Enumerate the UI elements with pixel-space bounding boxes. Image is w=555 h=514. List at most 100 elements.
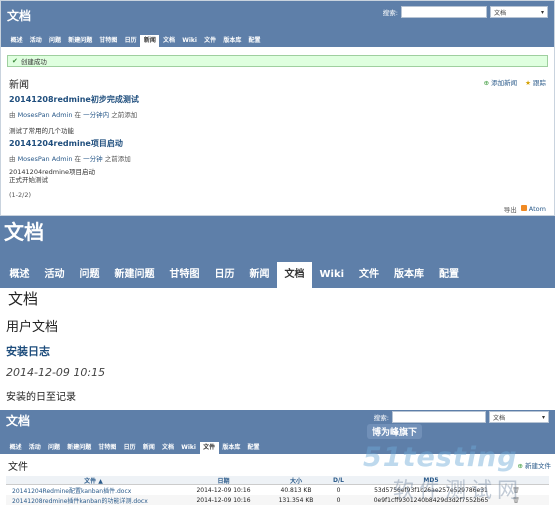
contextual-actions: ⊕ 添加新闻 ★ 跟踪 xyxy=(484,77,546,87)
tab-5[interactable]: 日历 xyxy=(120,442,139,454)
tab-4[interactable]: 甘特图 xyxy=(162,262,207,288)
plus-circle-icon: ⊕ xyxy=(517,462,523,470)
search-scope-select[interactable]: 文档 ▾ xyxy=(490,6,548,18)
files-screenshot: 文档 搜索: 文档 ▾ 概述 活动 问题 新建问题 甘特图 日历 新闻 文档 Wiki 文件 版本库配… xyxy=(0,410,555,514)
file-date: 2014-12-09 10:16 xyxy=(196,486,251,494)
chevron-down-icon: ▾ xyxy=(540,8,544,16)
tab-8[interactable]: Wiki xyxy=(178,442,200,454)
meta-suffix: 之前添加 xyxy=(111,111,138,119)
tab-6[interactable]: 新闻 xyxy=(139,442,158,454)
tab-9[interactable]: 文件 xyxy=(352,262,387,288)
flash-notice: ✔ 创建成功 xyxy=(7,55,548,67)
search-scope-value: 文档 xyxy=(494,9,507,17)
tab-9[interactable]: 文件 xyxy=(199,442,219,454)
col-size[interactable]: 大小 xyxy=(266,476,326,485)
author-link[interactable]: MosesPan Admin xyxy=(18,111,73,119)
page-title: 文档 xyxy=(8,290,39,308)
tab-10[interactable]: 版本库 xyxy=(387,262,432,288)
news-description: 测试了常用的几个功能 xyxy=(9,127,74,135)
tab-4[interactable]: 甘特图 xyxy=(96,35,121,47)
tab-7[interactable]: 文档 xyxy=(158,442,177,454)
news-item: 20141204redmine项目启动 由 MosesPan Admin 在 一… xyxy=(9,138,131,184)
tab-1[interactable]: 活动 xyxy=(37,262,72,288)
project-title: 文档 xyxy=(7,9,32,23)
tab-10[interactable]: 版本库 xyxy=(219,442,244,454)
atom-link[interactable]: Atom xyxy=(520,205,546,213)
news-title-link[interactable]: 20141208redmine初步完成测试 xyxy=(9,94,139,105)
news-title-link[interactable]: 20141204redmine项目启动 xyxy=(9,138,131,149)
flash-text: 创建成功 xyxy=(20,58,47,66)
header-bar: 文档 搜索: 文档 ▾ 概述 活动 问题 新建问题 甘特图 日历 新闻 文档 Wiki 文件 版本库配… xyxy=(0,410,555,454)
file-date: 2014-12-09 10:16 xyxy=(196,496,251,504)
new-file-label: 新建文件 xyxy=(525,462,551,470)
tab-11[interactable]: 配置 xyxy=(432,262,467,288)
tab-8[interactable]: Wiki xyxy=(179,35,201,47)
add-news-link[interactable]: ⊕ 添加新闻 xyxy=(484,77,518,87)
col-md5: MD5 xyxy=(423,476,439,484)
tab-0[interactable]: 概述 xyxy=(2,262,37,288)
tab-2[interactable]: 问题 xyxy=(72,262,107,288)
tab-0[interactable]: 概述 xyxy=(7,35,26,47)
atom-label: Atom xyxy=(528,205,546,213)
file-downloads: 0 xyxy=(336,496,341,504)
tab-10[interactable]: 版本库 xyxy=(220,35,245,47)
tab-11[interactable]: 配置 xyxy=(244,442,263,454)
meta-in: 在 xyxy=(74,155,82,163)
files-table: 文件 ▲ 日期 大小 D/L MD5 20141204Redmine配置kanb… xyxy=(6,476,549,505)
file-link[interactable]: 20141204Redmine配置kanban插件.docx xyxy=(6,486,181,495)
chevron-down-icon: ▾ xyxy=(541,413,545,421)
tab-0[interactable]: 概述 xyxy=(6,442,25,454)
meta-in: 在 xyxy=(74,111,82,119)
search-scope-select[interactable]: 文档 ▾ xyxy=(489,411,549,423)
col-downloads[interactable]: D/L xyxy=(326,477,351,484)
search-box: 搜索: 文档 ▾ xyxy=(374,411,549,423)
watch-link[interactable]: ★ 跟踪 xyxy=(525,77,546,87)
category-title: 用户文档 xyxy=(6,320,59,335)
page-title: 新闻 xyxy=(9,80,29,91)
file-link[interactable]: 20141208redmine插件kanban的功能详测.docx xyxy=(6,496,181,505)
tab-5[interactable]: 日历 xyxy=(121,35,140,47)
tab-3[interactable]: 新建问题 xyxy=(65,35,96,47)
trash-icon[interactable]: 🗑 xyxy=(511,497,521,504)
new-file-link[interactable]: ⊕ 新建文件 xyxy=(517,460,551,470)
tab-9[interactable]: 文件 xyxy=(201,35,220,47)
file-md5: 53d5756ef93f1c26ae257e529786e31 xyxy=(374,486,488,494)
tab-6[interactable]: 新闻 xyxy=(242,262,277,288)
check-icon: ✔ xyxy=(12,57,18,65)
table-row: 20141208redmine插件kanban的功能详测.docx 2014-1… xyxy=(6,495,549,505)
tab-1[interactable]: 活动 xyxy=(26,35,45,47)
file-downloads: 0 xyxy=(336,486,341,494)
tab-7[interactable]: 文档 xyxy=(159,35,178,47)
tab-3[interactable]: 新建问题 xyxy=(64,442,95,454)
main-menu: 概述 活动 问题 新建问题 甘特图 日历 新闻 文档 Wiki 文件 版本库 配置 xyxy=(0,262,467,288)
tab-2[interactable]: 问题 xyxy=(44,442,63,454)
content: 文档 用户文档 安装日志 2014-12-09 10:15 安装的日至记录 xyxy=(0,288,555,410)
document-screenshot: 文档 概述 活动 问题 新建问题 甘特图 日历 新闻 文档 Wiki 文件 版本库 配置 文档 用户文… xyxy=(0,216,555,410)
header-bar: 文档 搜索: 文档 ▾ 概述 活动 问题 新建问题 甘特图 日历 新闻 文档 Wiki 文件 版本库配… xyxy=(1,1,554,47)
tab-6[interactable]: 新闻 xyxy=(140,35,160,47)
tab-1[interactable]: 活动 xyxy=(25,442,44,454)
add-news-label: 添加新闻 xyxy=(491,79,518,87)
search-label: 搜索: xyxy=(382,9,398,17)
file-size: 131.354 KB xyxy=(278,496,314,504)
tab-7[interactable]: 文档 xyxy=(277,262,312,288)
time-link[interactable]: 一分钟内 xyxy=(83,111,109,119)
tab-2[interactable]: 问题 xyxy=(45,35,64,47)
document-title-link[interactable]: 安装日志 xyxy=(6,343,50,359)
news-meta: 由 MosesPan Admin 在 一分钟内 之前添加 xyxy=(9,109,139,119)
tab-3[interactable]: 新建问题 xyxy=(107,262,162,288)
document-description: 安装的日至记录 xyxy=(6,392,76,403)
tab-5[interactable]: 日历 xyxy=(207,262,242,288)
tab-4[interactable]: 甘特图 xyxy=(95,442,120,454)
col-file[interactable]: 文件 ▲ xyxy=(6,476,181,485)
time-link[interactable]: 一分钟 xyxy=(83,155,103,163)
author-link[interactable]: MosesPan Admin xyxy=(18,155,73,163)
search-input[interactable] xyxy=(392,411,486,423)
watch-label: 跟踪 xyxy=(533,79,546,87)
col-date[interactable]: 日期 xyxy=(181,476,266,485)
tab-11[interactable]: 配置 xyxy=(245,35,264,47)
tab-8[interactable]: Wiki xyxy=(312,262,352,288)
trash-icon[interactable]: 🗑 xyxy=(511,487,521,494)
export-label: 导出 xyxy=(503,206,517,214)
search-input[interactable] xyxy=(401,6,487,18)
